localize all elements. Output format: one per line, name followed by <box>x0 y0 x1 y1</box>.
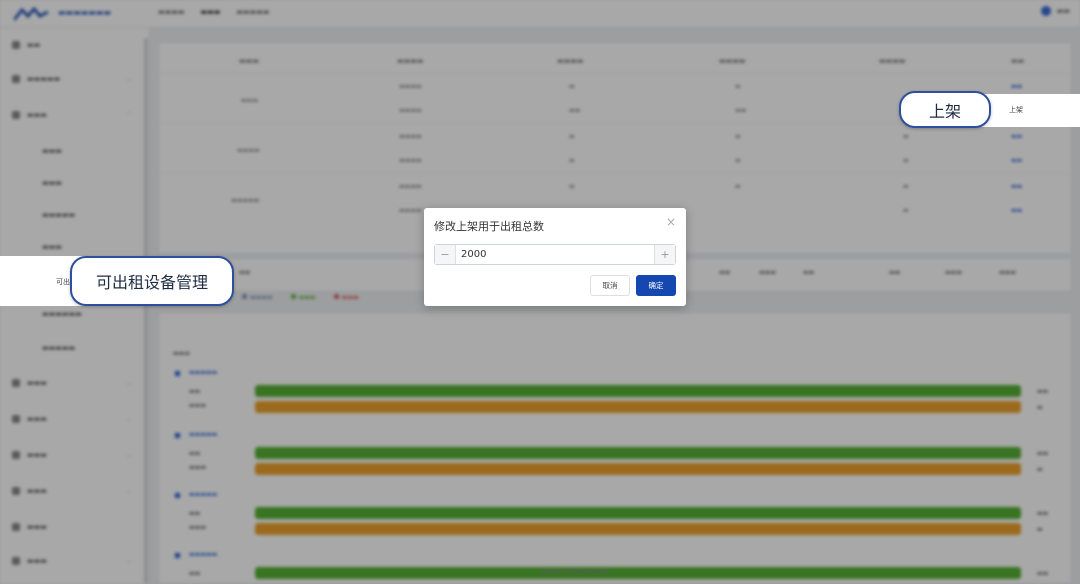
plus-icon[interactable]: + <box>654 245 675 264</box>
left-callout-band-text: 可出 <box>56 278 70 286</box>
dialog-title: 修改上架用于出租总数 <box>434 220 544 233</box>
cancel-button[interactable]: 取消 <box>590 275 630 296</box>
minus-icon[interactable]: − <box>435 245 456 264</box>
right-callout-label: 上架 <box>899 91 991 128</box>
right-callout-band-text: 上架 <box>1009 106 1023 114</box>
edit-rent-total-dialog: 修改上架用于出租总数 × − + 取消 确定 <box>424 208 686 306</box>
confirm-button[interactable]: 确定 <box>636 275 676 296</box>
close-icon[interactable]: × <box>666 215 676 229</box>
quantity-stepper: − + <box>434 244 676 265</box>
left-callout-label: 可出租设备管理 <box>70 256 234 306</box>
quantity-input[interactable] <box>456 245 654 264</box>
